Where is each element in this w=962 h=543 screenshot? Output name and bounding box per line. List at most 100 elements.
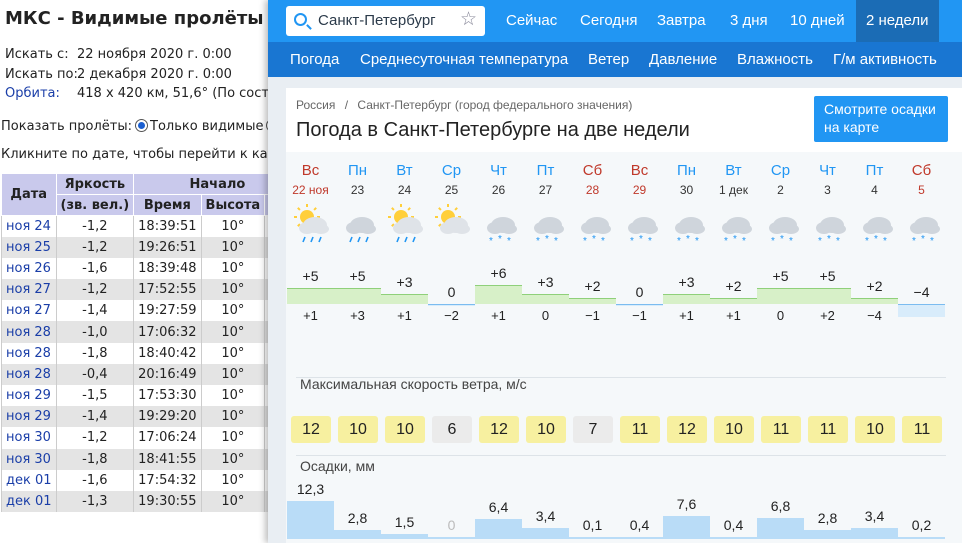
breadcrumb: Россия / Санкт-Петербург (город федераль… (296, 98, 632, 112)
date-link[interactable]: ноя 27 (6, 303, 51, 318)
date-link[interactable]: ноя 29 (6, 409, 51, 424)
cell-time: 17:06:32 (133, 321, 202, 343)
date-link[interactable]: дек 01 (6, 494, 52, 509)
day-column[interactable]: Ср 25 0 −2 6 0 (428, 152, 475, 543)
date-link[interactable]: ноя 27 (6, 282, 51, 297)
svg-text:*: * (912, 236, 916, 246)
search-city[interactable]: Санкт-Петербург (318, 12, 436, 29)
day-of-week: Ср (441, 162, 462, 179)
svg-text:*: * (545, 234, 549, 245)
date-link[interactable]: ноя 28 (6, 346, 51, 361)
orbit-value: 418 x 420 км, 51,6° (По состо (77, 86, 277, 101)
col-altitude[interactable]: Высота (200, 194, 266, 216)
table-row: ноя 29-1,419:29:2010°ЮЗ (1, 406, 302, 428)
subtab-geomagnetic[interactable]: Г/м активность (833, 42, 937, 77)
date-link[interactable]: ноя 25 (6, 240, 51, 255)
day-of-week: Чт (490, 162, 507, 179)
table-row: ноя 29-1,517:53:3010°ЮЗ (1, 385, 302, 407)
precip-bar (616, 537, 663, 539)
cell-date: ноя 30 (1, 427, 57, 449)
date-link[interactable]: ноя 28 (6, 325, 51, 340)
cell-altitude: 10° (200, 257, 265, 280)
cell-brightness: -1,2 (55, 427, 134, 449)
precip-map-button[interactable]: Смотрите осадки на карте (814, 96, 948, 142)
day-column[interactable]: Вс 22 ноя +5 +1 12 12,3 (287, 152, 334, 543)
date-link[interactable]: ноя 24 (6, 219, 51, 234)
temp-bar (569, 297, 616, 304)
day-column[interactable]: Вт 1 дек * * * +2 +1 10 0,4 (710, 152, 757, 543)
tab-now[interactable]: Сейчас (506, 0, 557, 42)
svg-text:*: * (536, 236, 540, 246)
tab-10-days[interactable]: 10 дней (790, 0, 845, 42)
col-time[interactable]: Время (133, 194, 202, 216)
precip-bar (381, 534, 428, 539)
city-search[interactable]: Санкт-Петербург ☆ (286, 6, 485, 36)
date-link[interactable]: ноя 29 (6, 388, 51, 403)
tab-3-days[interactable]: 3 дня (730, 0, 768, 42)
date-link[interactable]: ноя 26 (6, 261, 51, 276)
col-date[interactable]: Дата (1, 173, 57, 216)
cloud-snow-icon: * * * (716, 204, 752, 247)
precip-value: 3,4 (535, 508, 556, 524)
day-column[interactable]: Сб 28 * * * +2 −1 7 0,1 (569, 152, 616, 543)
day-column[interactable]: Пт 27 * * * +3 0 10 3,4 (522, 152, 569, 543)
wind-speed: 10 (385, 416, 425, 443)
tab-2-weeks[interactable]: 2 недели (856, 0, 939, 42)
date-link[interactable]: ноя 28 (6, 367, 51, 382)
precip-value: 1,5 (394, 514, 415, 530)
day-date: 1 дек (719, 183, 748, 197)
cell-time: 19:26:51 (133, 236, 202, 258)
svg-text:*: * (601, 236, 605, 246)
favorite-star-icon[interactable]: ☆ (460, 8, 477, 31)
temp-min: +1 (397, 308, 412, 323)
orbit-link[interactable]: Орбита: (5, 86, 60, 101)
passes-table: Дата Яркость Начало (зв. вел.) Время Выс… (1, 173, 302, 513)
day-column[interactable]: Чт 3 * * * +5 +2 11 2,8 (804, 152, 851, 543)
temp-bar (428, 304, 475, 306)
temp-max: +3 (678, 274, 695, 291)
day-column[interactable]: Ср 2 * * * +5 0 11 6,8 (757, 152, 804, 543)
subtab-pressure[interactable]: Давление (649, 42, 717, 77)
cell-date: ноя 30 (1, 448, 57, 470)
precip-value: 0,4 (629, 517, 650, 533)
tab-today[interactable]: Сегодня (580, 0, 638, 42)
visible-only-label[interactable]: Только видимые (150, 119, 263, 134)
day-date: 2 (777, 183, 784, 197)
breadcrumb-country[interactable]: Россия (296, 98, 335, 112)
day-column[interactable]: Вт 24 +3 +1 10 1,5 (381, 152, 428, 543)
breadcrumb-city[interactable]: Санкт-Петербург (город федерального знач… (357, 98, 632, 112)
cell-brightness: -1,4 (55, 406, 134, 428)
temp-bar (522, 294, 569, 304)
temp-min: 0 (541, 308, 550, 323)
svg-text:*: * (874, 234, 878, 245)
table-row: ноя 30-1,217:06:2410°ЮЗ (1, 427, 302, 449)
col-brightness[interactable]: Яркость (55, 173, 135, 195)
wind-speed: 12 (291, 416, 331, 443)
day-column[interactable]: Пн 30 * * * +3 +1 12 7,6 (663, 152, 710, 543)
date-link[interactable]: ноя 30 (6, 452, 51, 467)
cell-date: ноя 24 (1, 215, 57, 237)
cell-date: ноя 25 (1, 236, 57, 258)
date-link[interactable]: ноя 30 (6, 430, 51, 445)
subtab-wind[interactable]: Ветер (588, 42, 629, 77)
day-column[interactable]: Сб 5 * * * −4 11 0,2 (898, 152, 945, 543)
cell-date: ноя 27 (1, 300, 57, 322)
precip-bar (287, 501, 334, 539)
day-column[interactable]: Пн 23 +5 +3 10 2,8 (334, 152, 381, 543)
day-of-week: Пн (347, 162, 368, 179)
day-column[interactable]: Чт 26 * * * +6 +1 12 6,4 (475, 152, 522, 543)
subtab-weather[interactable]: Погода (290, 42, 339, 77)
day-of-week: Чт (819, 162, 836, 179)
col-brightness-unit: (зв. вел.) (55, 194, 135, 216)
wind-speed: 11 (761, 416, 801, 443)
date-link[interactable]: дек 01 (6, 473, 52, 488)
subtab-humidity[interactable]: Влажность (737, 42, 813, 77)
day-of-week: Вт (725, 162, 742, 179)
day-column[interactable]: Вс 29 * * * 0 −1 11 0,4 (616, 152, 663, 543)
svg-text:*: * (630, 236, 634, 246)
cloud-snow-icon: * * * (904, 204, 940, 247)
tab-tomorrow[interactable]: Завтра (657, 0, 706, 42)
visible-only-radio[interactable] (135, 119, 149, 132)
day-column[interactable]: Пт 4 * * * +2 −4 10 3,4 (851, 152, 898, 543)
subtab-avg-temp[interactable]: Среднесуточная температура (360, 42, 568, 77)
